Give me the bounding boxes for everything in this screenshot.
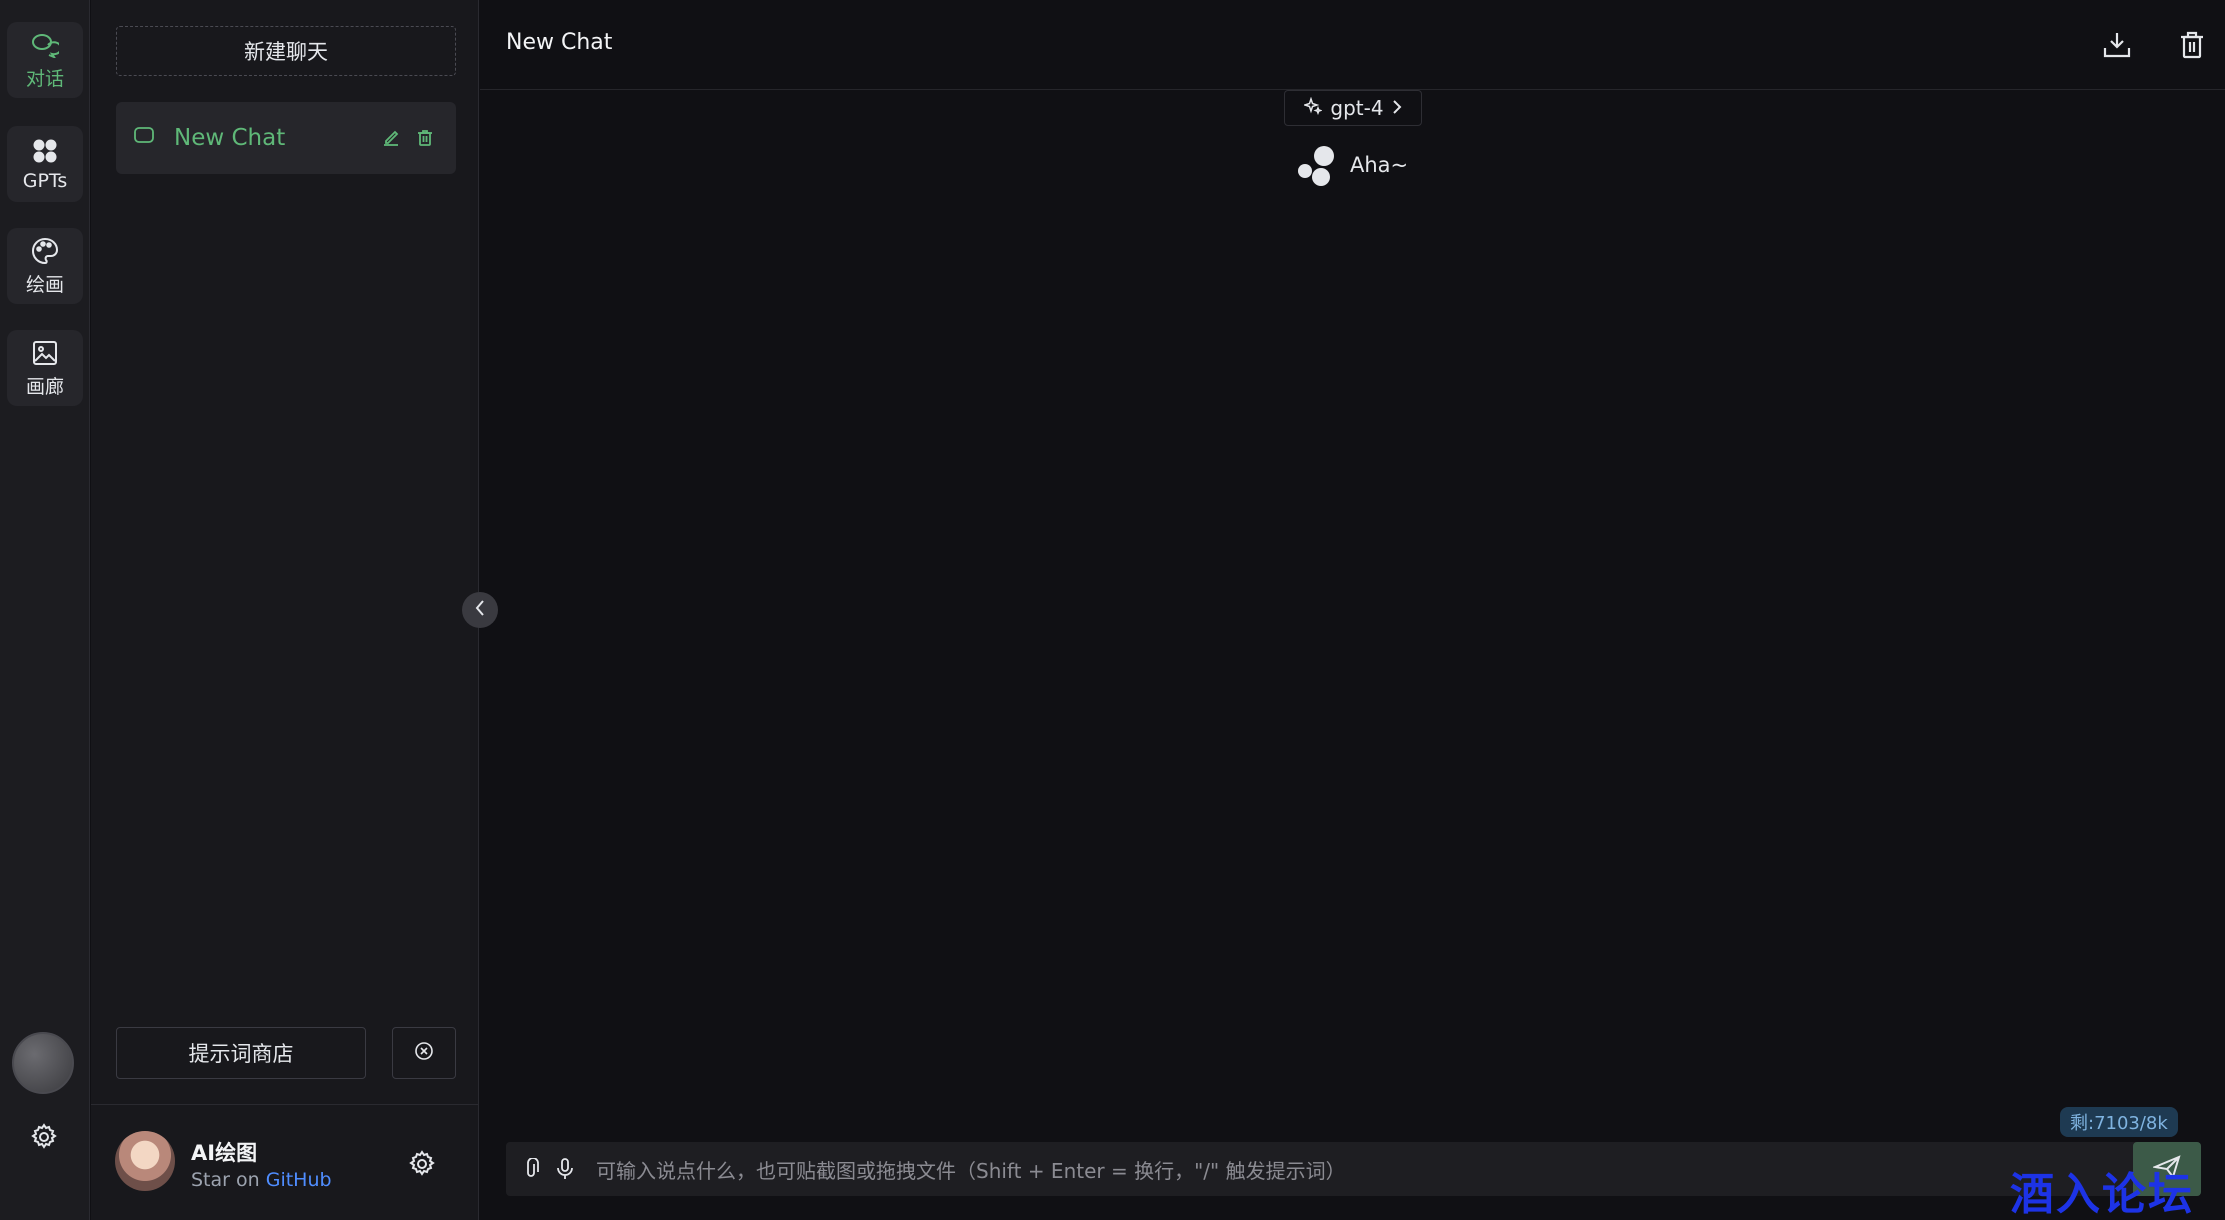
chevron-left-icon <box>473 599 487 621</box>
apps-icon <box>30 136 60 166</box>
rail-item-label: 对话 <box>25 67 64 90</box>
rail-item-draw[interactable]: 绘画 <box>7 228 83 304</box>
clear-history-button[interactable] <box>392 1027 456 1079</box>
chat-item-title: New Chat <box>174 125 286 151</box>
image-icon <box>30 338 60 368</box>
microphone-icon[interactable] <box>550 1154 580 1184</box>
nav-rail: 对话 GPTs 绘画 画廊 <box>0 0 90 1220</box>
rail-item-chat[interactable]: 对话 <box>7 22 83 98</box>
model-name: gpt-4 <box>1330 96 1384 120</box>
profile-name: AI绘图 <box>191 1141 258 1165</box>
page-title: New Chat <box>506 30 613 55</box>
rail-item-label: 绘画 <box>25 273 64 296</box>
profile-subtitle: Star on GitHub <box>191 1169 332 1191</box>
message-input[interactable]: 可输入说点什么，也可贴截图或拖拽文件（Shift + Enter = 换行，"/… <box>596 1155 2133 1184</box>
rail-item-label: 画廊 <box>25 375 64 398</box>
collapse-sidebar-button[interactable] <box>462 592 498 628</box>
bot-avatar-icon <box>1296 144 1336 186</box>
chat-icon <box>30 30 60 60</box>
watermark-text: 酒入论坛 <box>2010 1169 2194 1220</box>
trash-icon[interactable] <box>2175 28 2209 62</box>
token-remaining-badge: 剩:7103/8k <box>2060 1107 2178 1137</box>
sparkle-icon <box>1303 96 1323 120</box>
settings-gear-icon[interactable] <box>29 1122 59 1152</box>
message-composer: 可输入说点什么，也可贴截图或拖拽文件（Shift + Enter = 换行，"/… <box>506 1142 2201 1196</box>
rail-item-gallery[interactable]: 画廊 <box>7 330 83 406</box>
delete-icon[interactable] <box>412 125 438 151</box>
chevron-right-icon <box>1392 96 1402 120</box>
token-badge-text: 剩:7103/8k <box>2070 1113 2168 1134</box>
bot-greeting: Aha~ <box>1350 153 1409 177</box>
message-icon <box>134 127 154 149</box>
profile-avatar[interactable] <box>115 1131 175 1191</box>
chat-main: New Chat gpt-4 Aha~ 剩:7103/8k 可输入说点什么，也可… <box>480 0 2225 1220</box>
new-chat-button[interactable]: 新建聊天 <box>116 26 456 76</box>
model-selector[interactable]: gpt-4 <box>1284 90 1422 126</box>
profile-settings-gear-icon[interactable] <box>407 1149 437 1179</box>
sidebar-footer: AI绘图 Star on GitHub <box>91 1104 479 1220</box>
download-icon[interactable] <box>2100 28 2134 62</box>
github-link[interactable]: GitHub <box>266 1169 332 1191</box>
attachment-icon[interactable] <box>516 1154 546 1184</box>
edit-icon[interactable] <box>378 125 404 151</box>
star-on-text: Star on <box>191 1169 260 1191</box>
close-circle-icon <box>414 1041 434 1065</box>
prompt-store-button[interactable]: 提示词商店 <box>116 1027 366 1079</box>
chat-header: New Chat <box>480 0 2225 90</box>
chat-sidebar: 新建聊天 New Chat 提示词商店 AI绘图 Star on GitHub <box>91 0 479 1220</box>
bot-message: Aha~ <box>1296 144 1408 186</box>
chat-list-item[interactable]: New Chat <box>116 102 456 174</box>
user-avatar[interactable] <box>12 1032 74 1094</box>
rail-item-gpts[interactable]: GPTs <box>7 126 83 202</box>
rail-item-label: GPTs <box>22 170 68 192</box>
palette-icon <box>30 236 60 266</box>
